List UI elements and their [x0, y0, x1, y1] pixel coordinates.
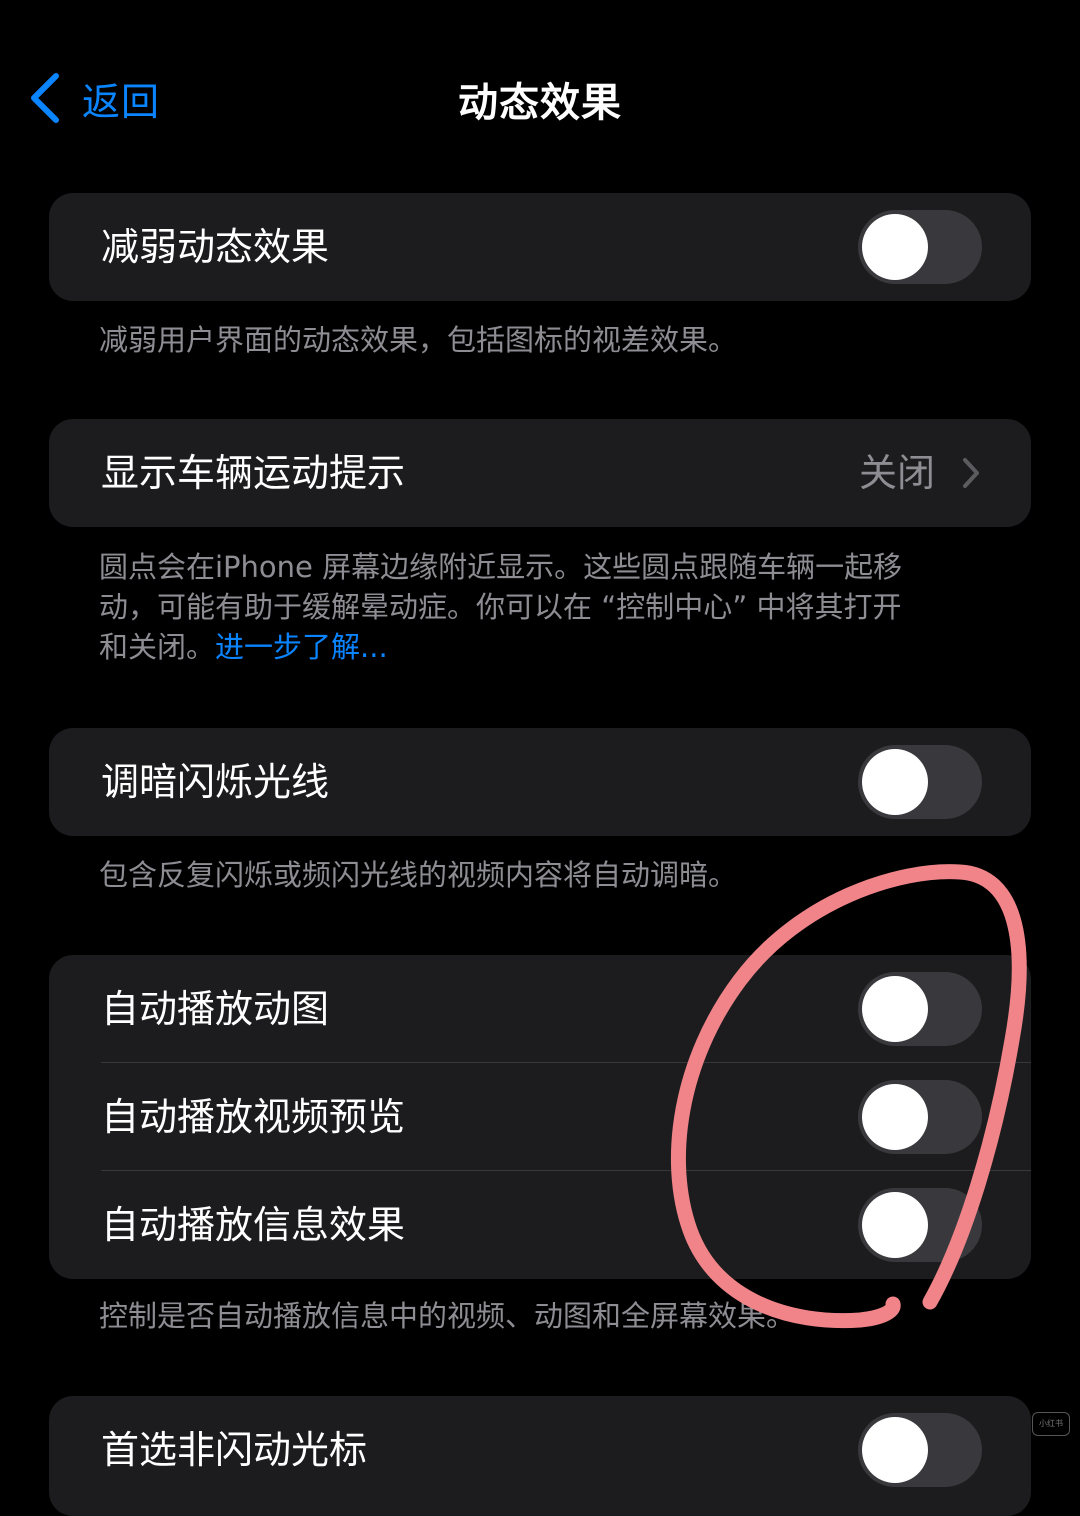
autoplay-animated-images-toggle[interactable]: [858, 972, 982, 1046]
navigation-bar: 返回 动态效果: [0, 0, 1080, 190]
toggle-knob: [862, 1084, 928, 1150]
vehicle-cues-footer-line3: 和关闭。进一步了解...: [99, 627, 979, 667]
dim-flashing-toggle[interactable]: [858, 745, 982, 819]
non-blinking-cursor-row[interactable]: 首选非闪动光标: [49, 1396, 1031, 1504]
dim-flashing-group: 调暗闪烁光线: [49, 728, 1031, 836]
dim-flashing-footer: 包含反复闪烁或频闪光线的视频内容将自动调暗。: [99, 858, 738, 892]
dim-flashing-row[interactable]: 调暗闪烁光线: [49, 728, 1031, 836]
autoplay-message-effects-row[interactable]: 自动播放信息效果: [49, 1171, 1031, 1279]
vehicle-cues-footer-line3-text: 和关闭。: [99, 630, 216, 664]
reduce-motion-row[interactable]: 减弱动态效果: [49, 193, 1031, 301]
chevron-right-icon: [963, 458, 979, 488]
autoplay-group: 自动播放动图 自动播放视频预览 自动播放信息效果: [49, 955, 1031, 1279]
reduce-motion-label: 减弱动态效果: [101, 225, 330, 269]
autoplay-video-previews-label: 自动播放视频预览: [101, 1095, 406, 1139]
autoplay-message-effects-label: 自动播放信息效果: [101, 1203, 406, 1247]
vehicle-cues-footer: 圆点会在iPhone 屏幕边缘附近显示。这些圆点跟随车辆一起移 动，可能有助于缓…: [99, 547, 979, 667]
page-title: 动态效果: [458, 80, 622, 126]
toggle-knob: [862, 976, 928, 1042]
vehicle-cues-footer-line1: 圆点会在iPhone 屏幕边缘附近显示。这些圆点跟随车辆一起移: [99, 550, 903, 584]
dim-flashing-label: 调暗闪烁光线: [101, 760, 330, 804]
vehicle-cues-footer-line2: 动，可能有助于缓解晕动症。你可以在 “控制中心” 中将其打开: [99, 590, 902, 624]
autoplay-video-previews-row[interactable]: 自动播放视频预览: [49, 1063, 1031, 1171]
autoplay-message-effects-toggle[interactable]: [858, 1188, 982, 1262]
reduce-motion-footer: 减弱用户界面的动态效果，包括图标的视差效果。: [99, 323, 738, 357]
vehicle-cues-label: 显示车辆运动提示: [101, 451, 406, 495]
autoplay-video-previews-toggle[interactable]: [858, 1080, 982, 1154]
non-blinking-cursor-group: 首选非闪动光标: [49, 1396, 1031, 1516]
reduce-motion-group: 减弱动态效果: [49, 193, 1031, 301]
vehicle-cues-group: 显示车辆运动提示 关闭: [49, 419, 1031, 527]
autoplay-animated-images-row[interactable]: 自动播放动图: [49, 955, 1031, 1063]
toggle-knob: [862, 214, 928, 280]
learn-more-link[interactable]: 进一步了解...: [215, 630, 388, 664]
watermark-logo: 小红书: [1032, 1412, 1070, 1436]
toggle-knob: [862, 749, 928, 815]
vehicle-cues-row[interactable]: 显示车辆运动提示 关闭: [49, 419, 1031, 527]
reduce-motion-toggle[interactable]: [858, 210, 982, 284]
autoplay-footer: 控制是否自动播放信息中的视频、动图和全屏幕效果。: [99, 1299, 796, 1333]
autoplay-animated-images-label: 自动播放动图: [101, 987, 330, 1031]
toggle-knob: [862, 1417, 928, 1483]
toggle-knob: [862, 1192, 928, 1258]
non-blinking-cursor-label: 首选非闪动光标: [101, 1428, 368, 1472]
vehicle-cues-value: 关闭: [858, 451, 935, 495]
non-blinking-cursor-toggle[interactable]: [858, 1413, 982, 1487]
